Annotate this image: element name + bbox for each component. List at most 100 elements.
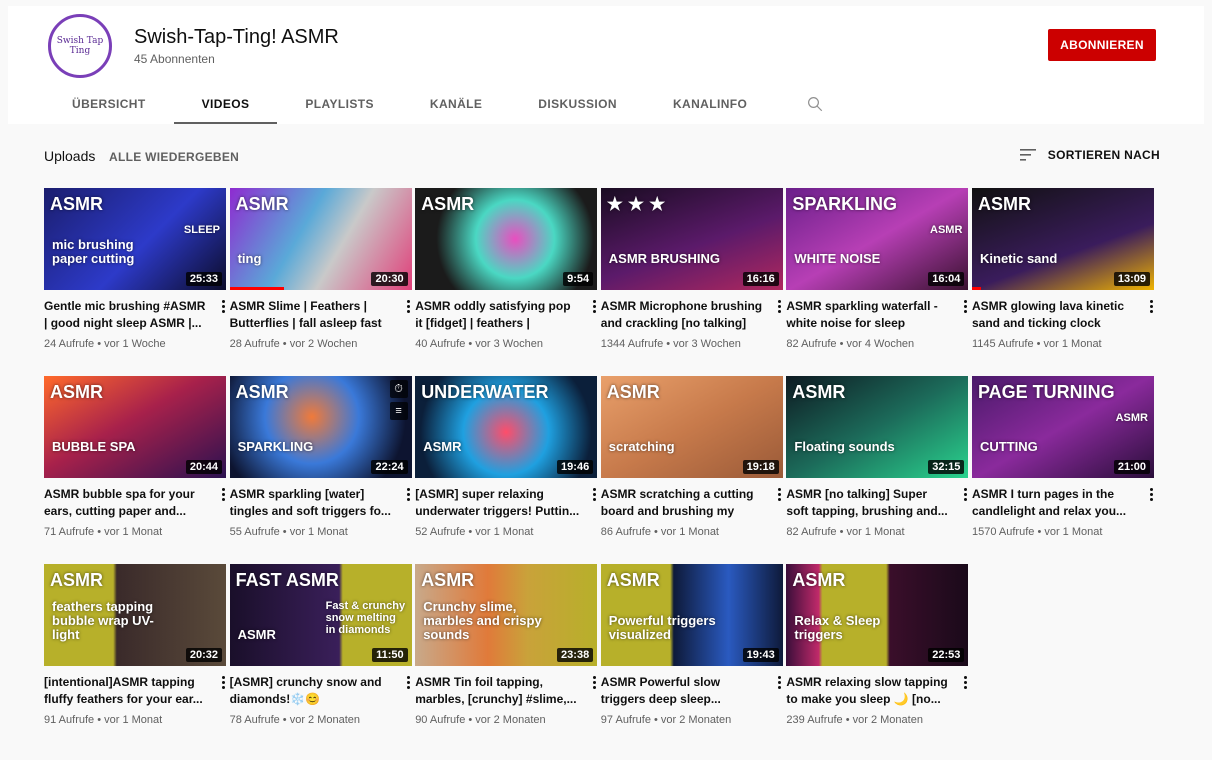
video-title[interactable]: ASMR relaxing slow tapping to make you s… [786,674,950,708]
video-meta: 239 Aufrufe • vor 2 Monaten [786,714,923,726]
video-thumbnail[interactable]: UNDERWATER ASMR 19:46 [415,376,598,478]
video-thumbnail[interactable]: ASMR Powerful triggers visualized 19:43 [600,564,783,666]
thumbnail-subtext: WHITE NOISE [794,251,881,266]
kebab-dot [407,492,411,496]
channel-search-button[interactable] [795,84,835,124]
video-thumbnail[interactable]: ASMR feathers tapping bubble wrap UV-ligh… [44,564,226,666]
video-card[interactable]: FAST ASMR ASMR Fast & crunchy snow melting… [229,564,412,726]
more-actions-icon[interactable] [587,296,601,316]
more-actions-icon[interactable] [773,672,787,692]
more-actions-icon[interactable] [402,672,416,692]
more-actions-icon[interactable] [773,296,787,316]
subscribe-button[interactable]: ABONNIEREN [1048,29,1156,61]
play-all-button[interactable]: ALLE WIEDERGEBEN [109,150,239,164]
video-card[interactable]: ASMR mic brushing paper cutting SLEEP 25:33… [44,188,226,350]
thumbnail-subtext: BUBBLE SPA [52,439,136,454]
video-thumbnail[interactable]: ASMR 9:54 [415,188,598,290]
video-title[interactable]: ASMR [no talking] Super soft tapping, br… [786,486,950,520]
video-thumbnail[interactable]: ASMR Kinetic sand 13:09 [972,188,1154,290]
video-thumbnail[interactable]: PAGE TURNING CUTTING ASMR 21:00 [972,376,1154,478]
video-card[interactable]: ASMR Powerful triggers visualized 19:43 ASM… [600,564,783,726]
more-actions-icon[interactable] [958,672,972,692]
video-thumbnail[interactable]: ASMR Crunchy slime, marbles and crispy so… [415,564,598,666]
video-card[interactable]: ASMR scratching 19:18 ASMR scratching a cut… [600,376,783,538]
video-card[interactable]: ASMR Crunchy slime, marbles and crispy so… [415,564,598,726]
video-title[interactable]: ASMR scratching a cutting board and brus… [601,486,765,520]
kebab-dot [963,497,967,501]
thumbnail-text: ASMR [606,570,660,590]
video-card[interactable]: UNDERWATER ASMR 19:46 [ASMR] super relaxing… [415,376,598,538]
video-title[interactable]: ASMR glowing lava kinetic sand and ticki… [972,298,1136,332]
more-actions-icon[interactable] [587,672,601,692]
tab-diskussion[interactable]: DISKUSSION [510,84,645,124]
video-title[interactable]: ASMR Tin foil tapping, marbles, [crunchy… [415,674,579,708]
video-card[interactable]: ASMR feathers tapping bubble wrap UV-ligh… [44,564,226,726]
tab-uebersicht[interactable]: ÜBERSICHT [44,84,174,124]
add-to-queue-icon[interactable]: ≡ [389,402,408,420]
channel-avatar[interactable]: Swish Tap Ting [48,14,112,78]
more-actions-icon[interactable] [402,484,416,504]
video-card[interactable]: ASMR Floating sounds 32:15 ASMR [no talking… [786,376,969,538]
sort-button[interactable]: SORTIEREN NACH [1019,148,1160,162]
video-card[interactable]: ASMR Relax & Sleep triggers 22:53 ASMR rela… [786,564,969,726]
video-title[interactable]: [intentional]ASMR tapping fluffy feather… [44,674,208,708]
video-thumbnail[interactable]: ASMR Floating sounds 32:15 [786,376,969,478]
more-actions-icon[interactable] [402,296,416,316]
tab-kanaele[interactable]: KANÄLE [402,84,510,124]
video-thumbnail[interactable]: ASMR SPARKLING ⏱ ≡ 22:24 [229,376,412,478]
video-thumbnail[interactable]: ★ ★ ★ ASMR BRUSHING 16:16 [600,188,783,290]
more-actions-icon[interactable] [1144,296,1158,316]
video-thumbnail[interactable]: ASMR mic brushing paper cutting SLEEP 25:33 [44,188,226,290]
thumbnail-text: UNDERWATER [421,382,549,402]
video-meta: 1145 Aufrufe • vor 1 Monat [972,338,1102,350]
video-title[interactable]: [ASMR] super relaxing underwater trigger… [415,486,579,520]
more-actions-icon[interactable] [958,484,972,504]
video-title[interactable]: [ASMR] crunchy snow and diamonds!❄️😊 [230,674,394,708]
video-title[interactable]: ASMR Microphone brushing and crackling [… [601,298,765,332]
more-actions-icon[interactable] [1144,484,1158,504]
video-title[interactable]: ASMR Powerful slow triggers deep sleep..… [601,674,765,708]
video-title[interactable]: ASMR oddly satisfying pop it [fidget] | … [415,298,579,332]
video-duration: 25:33 [185,272,222,286]
tab-kanalinfo[interactable]: KANALINFO [645,84,775,124]
tab-playlists[interactable]: PLAYLISTS [277,84,402,124]
video-card[interactable]: ASMR 9:54 ASMR oddly satisfying pop it [fi… [415,188,598,350]
more-actions-icon[interactable] [773,484,787,504]
video-card[interactable]: ★ ★ ★ ASMR BRUSHING 16:16 ASMR Microphone b… [600,188,783,350]
more-actions-icon[interactable] [216,296,230,316]
video-title[interactable]: ASMR bubble spa for your ears, cutting p… [44,486,208,520]
video-meta: 90 Aufrufe • vor 2 Monaten [415,714,546,726]
video-thumbnail[interactable]: FAST ASMR ASMR Fast & crunchy snow melting… [229,564,412,666]
video-title[interactable]: Gentle mic brushing #ASMR | good night s… [44,298,208,332]
video-thumbnail[interactable]: ASMR ting 20:30 [229,188,412,290]
kebab-dot [592,304,596,308]
video-meta: 52 Aufrufe • vor 1 Monat [415,526,534,538]
video-card[interactable]: ASMR ting 20:30 ASMR Slime | Feathers | But… [229,188,412,350]
kebab-dot [963,680,967,684]
more-actions-icon[interactable] [958,296,972,316]
kebab-dot [592,492,596,496]
video-card[interactable]: SPARKLING WHITE NOISE ASMR 16:04 ASMR sparkl… [786,188,969,350]
video-thumbnail[interactable]: ASMR scratching 19:18 [600,376,783,478]
video-duration: 13:09 [1113,272,1150,286]
video-card[interactable]: PAGE TURNING CUTTING ASMR 21:00 ASMR I turn … [972,376,1154,538]
video-thumbnail[interactable]: ASMR BUBBLE SPA 20:44 [44,376,226,478]
video-title[interactable]: ASMR sparkling [water] tingles and soft … [230,486,394,520]
video-card[interactable]: ASMR SPARKLING ⏱ ≡ 22:24 ASMR sparkling [wate… [229,376,412,538]
tab-videos[interactable]: VIDEOS [173,84,278,124]
video-card[interactable]: ASMR BUBBLE SPA 20:44 ASMR bubble spa for y… [44,376,226,538]
video-title[interactable]: ASMR sparkling waterfall - white noise f… [786,298,950,332]
video-title[interactable]: ASMR Slime | Feathers | Butterflies | fa… [230,298,394,332]
video-meta: 71 Aufrufe • vor 1 Monat [44,526,163,538]
more-actions-icon[interactable] [216,672,230,692]
video-thumbnail[interactable]: ASMR Relax & Sleep triggers 22:53 [786,564,969,666]
thumbnail-subtext: feathers tapping bubble wrap UV-light [52,599,154,642]
watch-later-icon[interactable]: ⏱ [389,380,408,398]
thumbnail-subtext: mic brushing paper cutting [52,237,135,266]
more-actions-icon[interactable] [216,484,230,504]
video-thumbnail[interactable]: SPARKLING WHITE NOISE ASMR 16:04 [786,188,969,290]
kebab-dot [407,309,411,313]
video-title[interactable]: ASMR I turn pages in the candlelight and… [972,486,1136,520]
video-card[interactable]: ASMR Kinetic sand 13:09 ASMR glowing lava k… [972,188,1154,350]
more-actions-icon[interactable] [587,484,601,504]
